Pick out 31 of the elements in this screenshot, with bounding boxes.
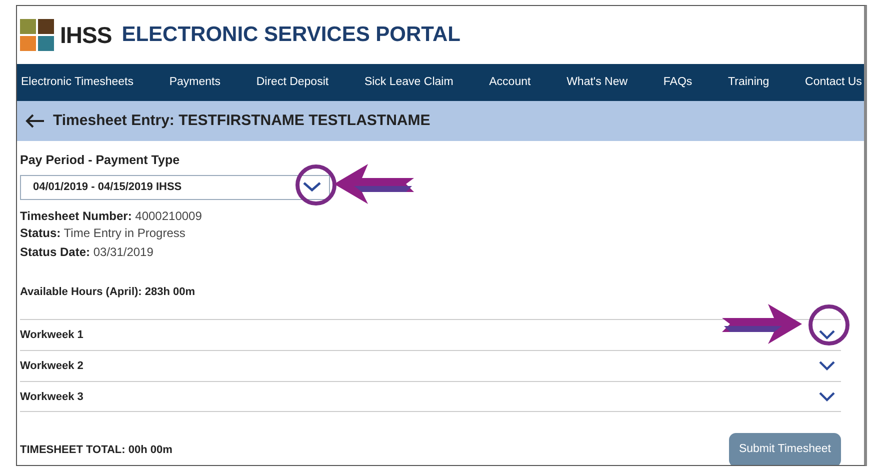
portal-title: ELECTRONIC SERVICES PORTAL [122,22,460,48]
detail-text: Timesheet Number: 4000210009 [20,208,203,225]
page-title: Timesheet Entry: TESTFIRSTNAME TESTLASTNAME [53,110,430,131]
available-hours: Available Hours (April): 283h 00m [20,284,196,300]
workweek-label: Workweek 1 [20,328,84,343]
logo-text: IHSS [60,20,112,50]
nav-link[interactable]: Payments [169,74,220,92]
workweek-label: Workweek 3 [20,390,84,404]
nav-link[interactable]: Direct Deposit [256,74,329,92]
back-arrow-icon[interactable] [25,113,45,129]
nav-link[interactable]: Training [728,74,770,92]
logo-icon [20,19,54,51]
pay-period-dropdown[interactable]: 04/01/2019 - 04/15/2019 IHSS [20,174,330,200]
detail-text: Status: Time Entry in Progress [20,224,186,242]
workweek-row[interactable]: Workweek 3 [20,381,841,412]
workweek-label: Workweek 2 [20,359,84,374]
workweek-row[interactable]: Workweek 2 [20,350,841,382]
nav-link[interactable]: Contact Us [805,74,862,92]
field-label: Pay Period - Payment Type [20,152,181,169]
dropdown-value: 04/01/2019 - 04/15/2019 IHSS [33,180,182,195]
chevron-down-icon [303,182,321,192]
nav-link[interactable]: What's New [566,74,628,92]
detail-text: Status Date: 03/31/2019 [20,244,154,261]
nav-link[interactable]: Sick Leave Claim [364,74,454,92]
nav-link[interactable]: Electronic Timesheets [21,74,134,92]
timesheet-total: TIMESHEET TOTAL: 00h 00m [20,442,172,458]
nav-link[interactable]: Account [489,74,531,92]
chevron-down-icon[interactable] [819,330,835,340]
chevron-down-icon[interactable] [819,361,835,372]
chevron-down-icon[interactable] [819,392,835,402]
nav-link[interactable]: FAQs [663,74,692,92]
